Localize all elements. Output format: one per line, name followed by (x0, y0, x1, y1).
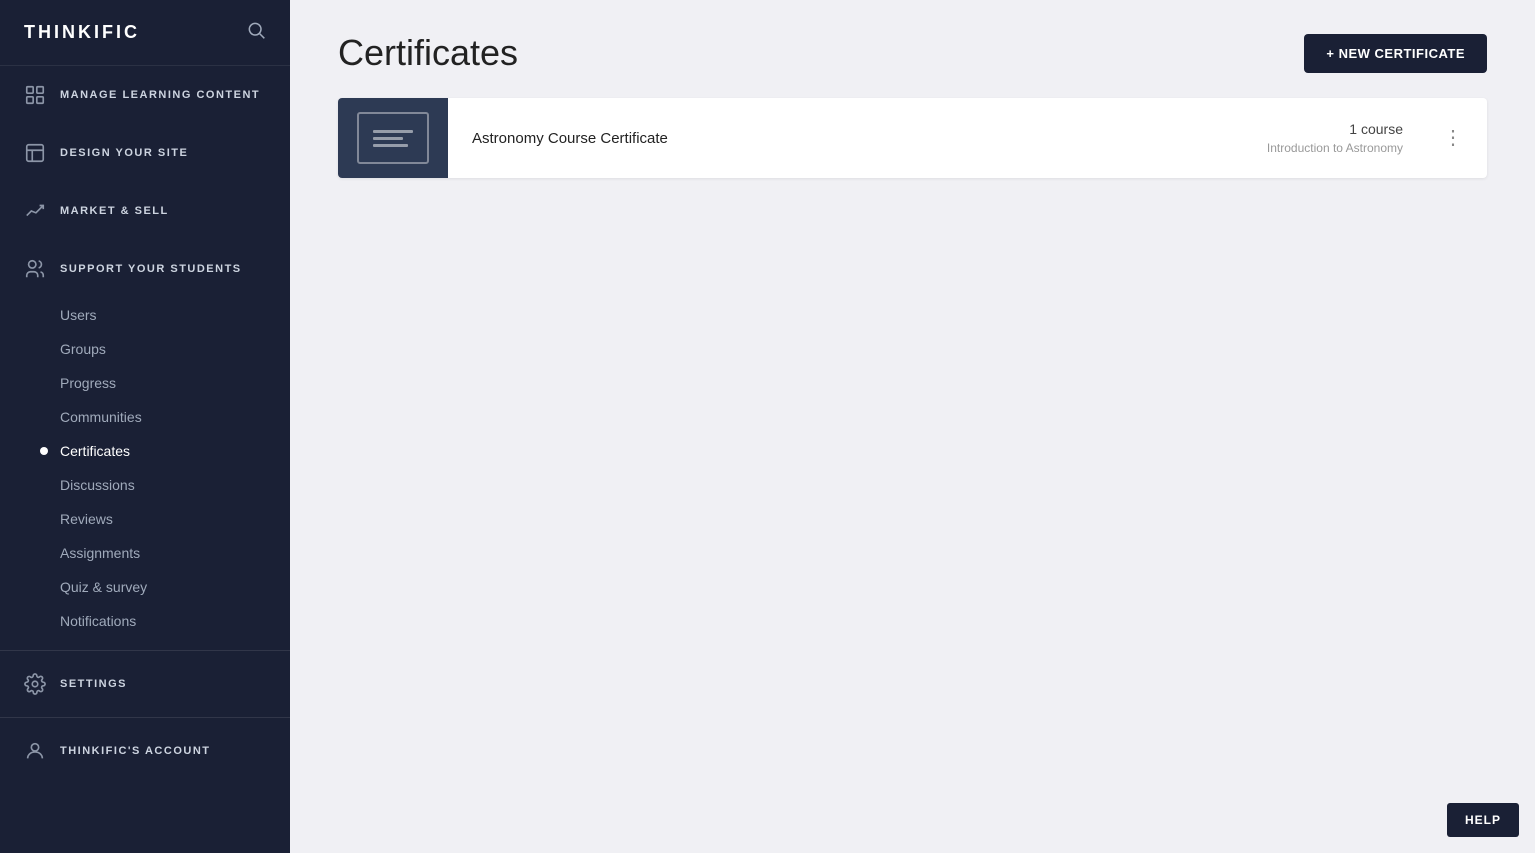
nav-settings[interactable]: SETTINGS (0, 655, 290, 713)
nav-section-manage: MANAGE LEARNING CONTENT (0, 66, 290, 124)
nav-account[interactable]: THINKIFIC'S ACCOUNT (0, 722, 290, 780)
search-icon (246, 20, 266, 40)
certificate-list: Astronomy Course Certificate 1 course In… (290, 98, 1535, 178)
certificate-meta: 1 course Introduction to Astronomy (1267, 121, 1419, 155)
gear-icon (24, 673, 46, 695)
logo-text: THINKIFIC (24, 22, 140, 43)
nav-section-account: THINKIFIC'S ACCOUNT (0, 722, 290, 780)
certificate-course-count: 1 course (1267, 121, 1403, 137)
nav-design-label: DESIGN YOUR SITE (60, 147, 188, 159)
divider-1 (0, 650, 290, 651)
grid-icon (24, 84, 46, 106)
nav-manage-label: MANAGE LEARNING CONTENT (60, 89, 260, 101)
sidebar-logo: THINKIFIC (0, 0, 290, 66)
certificate-more-button[interactable]: ⋮ (1435, 124, 1471, 152)
certificate-info: Astronomy Course Certificate (448, 114, 1267, 163)
certificate-thumbnail (338, 98, 448, 178)
cert-line-3 (373, 144, 408, 147)
nav-design-site[interactable]: DESIGN YOUR SITE (0, 124, 290, 182)
sidebar-item-reviews[interactable]: Reviews (0, 502, 290, 536)
sidebar: THINKIFIC MANAGE LEARNING CONTENT (0, 0, 290, 853)
chart-icon (24, 200, 46, 222)
sidebar-item-notifications[interactable]: Notifications (0, 604, 290, 638)
cert-thumb-inner (357, 112, 429, 164)
nav-support-students[interactable]: SUPPORT YOUR STUDENTS (0, 240, 290, 298)
sidebar-item-discussions[interactable]: Discussions (0, 468, 290, 502)
new-certificate-button[interactable]: + NEW CERTIFICATE (1304, 34, 1487, 73)
sidebar-item-progress[interactable]: Progress (0, 366, 290, 400)
main-content: Certificates + NEW CERTIFICATE Astronomy… (290, 0, 1535, 853)
certificate-actions: ⋮ (1419, 124, 1487, 152)
certificate-name: Astronomy Course Certificate (472, 130, 1243, 147)
sidebar-item-assignments[interactable]: Assignments (0, 536, 290, 570)
nav-market-label: MARKET & SELL (60, 205, 169, 217)
sidebar-item-communities[interactable]: Communities (0, 400, 290, 434)
sidebar-item-quiz-survey[interactable]: Quiz & survey (0, 570, 290, 604)
certificate-course-name: Introduction to Astronomy (1267, 141, 1403, 155)
nav-manage-learning[interactable]: MANAGE LEARNING CONTENT (0, 66, 290, 124)
nav-support-label: SUPPORT YOUR STUDENTS (60, 263, 242, 275)
page-title: Certificates (338, 32, 518, 74)
certificate-card: Astronomy Course Certificate 1 course In… (338, 98, 1487, 178)
nav-section-design: DESIGN YOUR SITE (0, 124, 290, 182)
nav-settings-label: SETTINGS (60, 678, 127, 690)
search-button[interactable] (246, 20, 266, 45)
nav-section-settings: SETTINGS (0, 655, 290, 713)
sidebar-item-groups[interactable]: Groups (0, 332, 290, 366)
account-icon (24, 740, 46, 762)
help-button[interactable]: HELP (1447, 803, 1519, 837)
users-icon (24, 258, 46, 280)
nav-market-sell[interactable]: MARKET & SELL (0, 182, 290, 240)
divider-2 (0, 717, 290, 718)
sidebar-item-users[interactable]: Users (0, 298, 290, 332)
layout-icon (24, 142, 46, 164)
page-header: Certificates + NEW CERTIFICATE (290, 0, 1535, 98)
nav-section-support: SUPPORT YOUR STUDENTS Users Groups Progr… (0, 240, 290, 646)
nav-section-market: MARKET & SELL (0, 182, 290, 240)
cert-line-2 (373, 137, 403, 140)
sidebar-item-certificates[interactable]: Certificates (0, 434, 290, 468)
nav-account-label: THINKIFIC'S ACCOUNT (60, 745, 210, 757)
cert-thumb-lines (373, 130, 413, 147)
support-subitems: Users Groups Progress Communities Certif… (0, 298, 290, 646)
cert-line-1 (373, 130, 413, 133)
